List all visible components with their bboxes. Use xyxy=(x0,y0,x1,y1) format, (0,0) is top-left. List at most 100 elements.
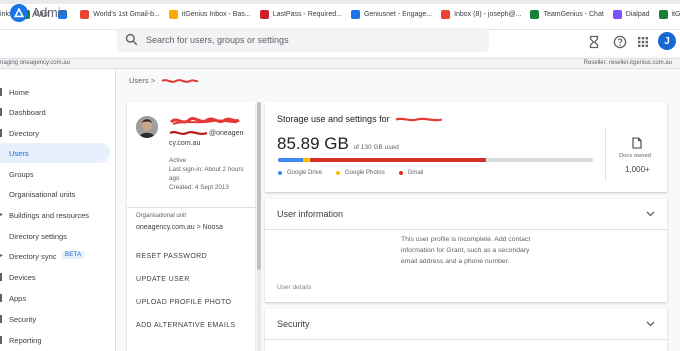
sidebar-item-label: Devices xyxy=(9,273,36,282)
sidebar-item-dashboard[interactable]: Dashboard xyxy=(0,102,110,122)
bookmark-favicon-icon xyxy=(259,10,269,19)
bookmark-label: TeamGenius - Chat xyxy=(543,11,604,18)
storage-legend: Google Drive Google Photos Gmail xyxy=(278,170,437,176)
sidebar-item-groups[interactable]: Groups xyxy=(0,164,110,184)
sidebar-item-users[interactable]: Users xyxy=(0,143,110,163)
bookmark-item[interactable]: itGenius Inbox - Bas... xyxy=(168,7,251,23)
add-alternative-emails-button[interactable]: ADD ALTERNATIVE EMAILS xyxy=(136,322,236,329)
sidebar-item-label: Organisational units xyxy=(9,190,76,199)
bookmark-item[interactable]: TeamGenius - Chat xyxy=(530,7,604,23)
sidebar-item-directory-settings[interactable]: Directory settings xyxy=(0,226,110,246)
sidebar-item-label: Dashboard xyxy=(9,108,46,117)
security-title[interactable]: Security xyxy=(277,319,310,329)
storage-usage-bar xyxy=(278,158,593,162)
redacted-name-scribble xyxy=(161,79,199,83)
bookmark-favicon-icon xyxy=(658,10,668,19)
sidebar-item-label: Users xyxy=(9,149,29,158)
sidebar-item-label: Home xyxy=(9,88,30,97)
bookmark-label: Geniusnet - Engage... xyxy=(363,11,433,18)
bookmark-label: Inbox (8) - joseph@... xyxy=(454,11,522,18)
reset-password-button[interactable]: RESET PASSWORD xyxy=(136,253,207,260)
docs-owned-count: 1,000+ xyxy=(625,165,650,174)
sidebar-item-buildings-and-resources[interactable]: ▸ Buildings and resources xyxy=(0,205,110,225)
bookmark-item[interactable]: LastPass - Required... xyxy=(259,7,342,23)
panel-scrollbar[interactable] xyxy=(257,102,261,351)
scrollbar-thumb[interactable] xyxy=(257,102,261,270)
user-information-card: User information This user profile is in… xyxy=(265,199,667,302)
bookmark-favicon-icon xyxy=(168,10,178,19)
storage-divider xyxy=(605,128,606,180)
user-email: @oneagen cy.com.au xyxy=(169,129,251,149)
managing-domain-text: naging oneagency.com.au xyxy=(0,60,70,66)
storage-title: Storage use and settings for xyxy=(277,114,443,124)
storage-segment-drive xyxy=(278,158,304,162)
user-information-title[interactable]: User information xyxy=(277,209,343,219)
admin-logo-icon[interactable] xyxy=(10,4,28,22)
upload-profile-photo-button[interactable]: UPLOAD PROFILE PHOTO xyxy=(136,299,231,306)
document-icon xyxy=(632,137,642,149)
sidebar-item-label: Groups xyxy=(9,170,34,179)
help-icon[interactable] xyxy=(613,35,627,49)
user-photo[interactable] xyxy=(136,116,158,138)
bookmark-favicon-icon xyxy=(612,10,622,19)
user-details-link[interactable]: User details xyxy=(277,284,311,291)
sidebar-item-directory[interactable]: Directory xyxy=(0,123,110,143)
sidebar-item-apps[interactable]: Apps xyxy=(0,288,110,308)
update-user-button[interactable]: UPDATE USER xyxy=(136,276,190,283)
legend-item-gmail: Gmail xyxy=(398,170,423,176)
sidebar-item-reporting[interactable]: Reporting xyxy=(0,330,110,350)
last-sign-in: Last sign-in: About 2 hours ago xyxy=(169,166,244,182)
bookmarks-bar: inks Chat World's 1st Gmail-b... itGenius I… xyxy=(0,0,680,30)
bookmark-label: Dialpad xyxy=(625,11,650,18)
sidebar-item-organisational-units[interactable]: Organisational units xyxy=(0,184,110,204)
search-icon[interactable] xyxy=(125,33,138,46)
storage-used: 85.89 GB of 130 GB used xyxy=(277,134,399,154)
breadcrumb-users-link[interactable]: Users xyxy=(129,76,149,85)
bookmark-item[interactable]: Geniusnet - Engage... xyxy=(350,7,433,23)
created-date: Created: 4 Sept 2013 xyxy=(169,184,229,191)
search-input[interactable] xyxy=(146,32,476,48)
account-avatar[interactable]: J xyxy=(658,32,676,50)
bookmark-label: LastPass - Required... xyxy=(272,11,342,18)
card-divider xyxy=(265,229,667,230)
chevron-down-icon[interactable] xyxy=(646,211,655,217)
bookmark-favicon-icon xyxy=(441,10,451,19)
user-status-block: Active Last sign-in: About 2 hours ago C… xyxy=(169,156,251,192)
bookmark-favicon-icon xyxy=(80,10,90,19)
hourglass-icon[interactable] xyxy=(587,35,601,49)
legend-item-photos: Google Photos xyxy=(336,170,385,176)
sidebar-item-directory-sync[interactable]: ▸ Directory sync BETA xyxy=(0,246,110,266)
sidebar-item-home[interactable]: Home xyxy=(0,82,110,102)
storage-card: Storage use and settings for 85.89 GB of… xyxy=(265,102,667,192)
sidebar-item-devices[interactable]: Devices xyxy=(0,267,110,287)
docs-owned-label: Docs owned xyxy=(619,153,651,159)
user-summary-panel: @oneagen cy.com.au Active Last sign-in: … xyxy=(127,102,255,351)
security-card: Security xyxy=(265,309,667,351)
storage-segment-gmail xyxy=(309,158,486,162)
storage-used-value: 85.89 GB xyxy=(277,134,349,153)
bookmark-item[interactable]: Inbox (8) - joseph@... xyxy=(441,7,521,23)
panel-divider xyxy=(127,207,255,208)
bookmark-item[interactable]: itGenius Inbox - Bas... xyxy=(658,7,680,23)
bookmark-item[interactable]: World's 1st Gmail-b... xyxy=(80,7,160,23)
search-bar[interactable] xyxy=(117,28,489,52)
bookmark-item[interactable]: Dialpad xyxy=(612,7,650,23)
ou-label: Organisational unit xyxy=(136,213,187,219)
app-title[interactable]: Admin xyxy=(32,6,67,20)
chevron-down-icon[interactable] xyxy=(646,321,655,327)
sidebar-item-label: Buildings and resources xyxy=(9,211,90,220)
redacted-user-name-scribble xyxy=(169,117,240,125)
bookmark-label: World's 1st Gmail-b... xyxy=(93,11,160,18)
sidebar-item-label: Reporting xyxy=(9,336,42,345)
tab-strip-edge xyxy=(0,0,680,4)
sidebar-item-label: Apps xyxy=(9,294,27,303)
ou-value[interactable]: oneagency.com.au > Noosa xyxy=(136,224,223,231)
profile-incomplete-message: This user profile is incomplete. Add con… xyxy=(401,236,531,265)
expand-caret-icon[interactable]: ▸ xyxy=(0,252,3,259)
apps-grid-icon[interactable] xyxy=(636,35,650,49)
sidebar-item-security[interactable]: Security xyxy=(0,309,110,329)
expand-caret-icon[interactable]: ▸ xyxy=(0,211,3,218)
admin-console: inks Chat World's 1st Gmail-b... itGenius I… xyxy=(0,0,680,351)
sidebar-item-label: Security xyxy=(9,315,37,324)
domain-info-strip: naging oneagency.com.au Reseller: resell… xyxy=(0,58,680,69)
